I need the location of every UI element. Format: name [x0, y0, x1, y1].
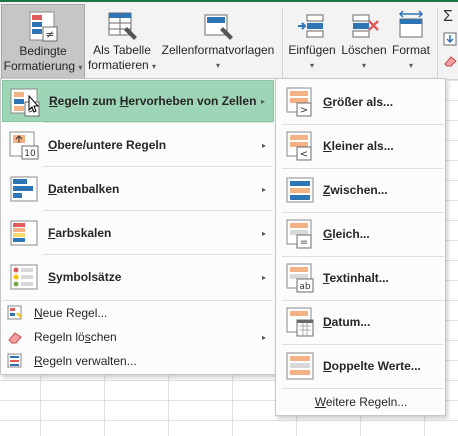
new-rule-icon [7, 305, 22, 320]
submenu-item-label: Größer als... [323, 95, 394, 109]
submenu-arrow-icon: ▸ [261, 184, 266, 194]
conditional-formatting-label-2: Formatierung ▾ [3, 59, 83, 73]
fill-down-icon[interactable] [443, 32, 458, 46]
clear-rules-icon [8, 332, 22, 344]
conditional-formatting-menu: > Regeln zum Hervorheben von Zellen ▸ 10… [0, 78, 276, 375]
submenu-item-label: Gleich... [323, 227, 370, 241]
insert-cells-button[interactable]: Einfügen ▾ [286, 4, 338, 80]
delete-cells-caret: ▾ [361, 61, 366, 70]
cell-styles-button[interactable]: Zellenformatvorlagen ▾ [158, 4, 278, 80]
format-cells-button[interactable]: Format ▾ [390, 4, 432, 80]
date-occurring-icon [286, 307, 314, 337]
menu-separator [3, 300, 273, 301]
format-cells-caret: ▾ [408, 61, 413, 70]
highlight-cells-submenu: > Größer als... < Kleiner als... Zwische… [275, 78, 446, 416]
ribbon-group-separator [282, 8, 283, 78]
submenu-arrow-icon: ▸ [261, 332, 266, 342]
conditional-formatting-button[interactable]: ≠ Bedingte Formatierung ▾ [1, 4, 85, 80]
insert-cells-icon [298, 14, 324, 38]
eraser-icon[interactable] [443, 54, 458, 68]
menu-item-icon-sets[interactable]: Symbolsätze ▸ [2, 256, 274, 298]
svg-text:ab: ab [299, 282, 311, 292]
submenu-item-duplicate-values[interactable]: Doppelte Werte... [277, 345, 445, 387]
cell-styles-caret: ▾ [215, 61, 220, 70]
menu-item-new-rule[interactable]: Neue Regel... [2, 302, 274, 324]
svg-text:10: 10 [24, 149, 36, 159]
menu-item-label: Regeln verwalten... [34, 354, 137, 368]
submenu-item-equal-to[interactable]: = Gleich... [277, 213, 445, 255]
menu-item-highlight-cells-rules[interactable]: > Regeln zum Hervorheben von Zellen ▸ [2, 80, 274, 122]
top-bottom-rules-icon: 10 [9, 131, 39, 160]
data-bars-icon [10, 176, 38, 202]
menu-item-label: Regeln zum Hervorheben von Zellen [49, 94, 257, 108]
svg-text:<: < [300, 149, 308, 160]
delete-cells-icon [352, 14, 379, 38]
format-cells-label: Format [391, 43, 430, 57]
icon-sets-icon [10, 264, 38, 290]
format-as-table-icon [108, 12, 137, 40]
svg-text:>: > [300, 105, 308, 116]
menu-item-manage-rules[interactable]: Regeln verwalten... [2, 350, 274, 372]
submenu-item-less-than[interactable]: < Kleiner als... [277, 125, 445, 167]
submenu-item-date-occurring[interactable]: Datum... [277, 301, 445, 343]
menu-separator [43, 122, 273, 123]
menu-item-label: Symbolsätze [48, 270, 122, 284]
color-scales-icon [10, 220, 38, 246]
svg-text:≠: ≠ [45, 28, 54, 41]
svg-text:=: = [300, 237, 308, 248]
equal-to-icon: = [286, 219, 312, 249]
submenu-separator [282, 388, 444, 389]
ribbon-group-separator [437, 8, 438, 78]
submenu-item-greater-than[interactable]: > Größer als... [277, 81, 445, 123]
submenu-arrow-icon: ▸ [260, 96, 265, 106]
ribbon: ≠ Bedingte Formatierung ▾ Als Tabelle fo… [0, 0, 458, 80]
cell-styles-icon [204, 14, 233, 40]
delete-cells-button[interactable]: Löschen ▾ [340, 4, 388, 80]
submenu-item-label: Zwischen... [323, 183, 388, 197]
menu-item-label: Obere/untere Regeln [48, 138, 167, 152]
conditional-formatting-icon: ≠ [29, 11, 58, 42]
menu-item-label: Regeln löschen [34, 330, 117, 344]
submenu-arrow-icon: ▸ [261, 272, 266, 282]
submenu-arrow-icon: ▸ [261, 140, 266, 150]
greater-than-icon: > [286, 87, 312, 117]
text-contains-icon: ab [286, 263, 314, 293]
menu-item-label: Farbskalen [48, 226, 112, 240]
format-as-table-label-1: Als Tabelle [93, 43, 151, 57]
insert-cells-label: Einfügen [288, 43, 336, 57]
menu-separator [43, 166, 273, 167]
menu-item-label: Datenbalken [48, 182, 120, 196]
manage-rules-icon [7, 353, 22, 368]
menu-item-top-bottom-rules[interactable]: 10 Obere/untere Regeln ▸ [2, 124, 274, 166]
menu-item-color-scales[interactable]: Farbskalen ▸ [2, 212, 274, 254]
autosum-icon[interactable]: Σ [443, 8, 453, 26]
submenu-arrow-icon: ▸ [261, 228, 266, 238]
menu-separator [43, 254, 273, 255]
menu-separator [43, 210, 273, 211]
between-icon [286, 177, 314, 203]
menu-item-clear-rules[interactable]: Regeln löschen ▸ [2, 326, 274, 348]
menu-item-label: Neue Regel... [34, 306, 108, 320]
cell-styles-label: Zellenformatvorlagen [161, 43, 275, 57]
menu-item-data-bars[interactable]: Datenbalken ▸ [2, 168, 274, 210]
format-cells-icon [398, 10, 424, 38]
less-than-icon: < [286, 131, 312, 161]
format-as-table-label-2: formatieren ▾ [87, 58, 157, 72]
submenu-item-label: Kleiner als... [323, 139, 394, 153]
submenu-item-between[interactable]: Zwischen... [277, 169, 445, 211]
submenu-item-label: Doppelte Werte... [323, 359, 421, 373]
highlight-cells-rules-icon: > [10, 88, 40, 117]
submenu-item-more-rules[interactable]: Weitere Regeln... [277, 391, 445, 413]
format-as-table-button[interactable]: Als Tabelle formatieren ▾ [88, 4, 156, 80]
duplicate-values-icon [286, 352, 314, 380]
insert-cells-caret: ▾ [309, 61, 314, 70]
delete-cells-label: Löschen [341, 43, 387, 57]
submenu-item-label: Textinhalt... [323, 271, 389, 285]
conditional-formatting-label-1: Bedingte [19, 44, 67, 58]
submenu-item-text-contains[interactable]: ab Textinhalt... [277, 257, 445, 299]
submenu-item-label: Datum... [323, 315, 371, 329]
